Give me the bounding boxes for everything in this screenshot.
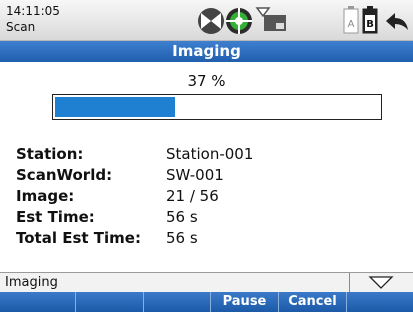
info-row-scanworld: ScanWorld: SW-001 [0, 166, 413, 186]
info-row-est-time: Est Time: 56 s [0, 208, 413, 228]
softkey-6[interactable] [347, 292, 413, 312]
top-status-bar: 14:11:05 Scan A B [0, 0, 413, 41]
back-icon[interactable] [384, 10, 410, 32]
status-line-text: Imaging [5, 275, 58, 290]
battery-b-icon: B [362, 6, 378, 34]
softkey-1[interactable] [0, 292, 76, 312]
wlan-icon [255, 7, 271, 18]
clock: 14:11:05 [6, 4, 60, 18]
info-label: Total Est Time: [16, 229, 141, 247]
progress-bar [52, 94, 382, 120]
softkey-bar: Pause Cancel [0, 292, 413, 312]
status-icons [198, 7, 286, 34]
info-value: 56 s [166, 208, 198, 226]
app-name: Scan [6, 20, 36, 34]
progress-percent: 37 % [187, 72, 226, 90]
status-line: Imaging [0, 272, 413, 293]
info-value: 56 s [166, 229, 198, 247]
page-title: Imaging [0, 41, 413, 62]
progress-fill [55, 97, 175, 117]
dropdown-button[interactable] [350, 273, 413, 293]
info-row-station: Station: Station-001 [0, 145, 413, 165]
triangle-down-icon [368, 276, 394, 289]
softkey-3[interactable] [144, 292, 211, 312]
info-value: Station-001 [166, 145, 254, 163]
info-label: ScanWorld: [16, 166, 113, 184]
info-row-image: Image: 21 / 56 [0, 187, 413, 207]
info-row-total-est-time: Total Est Time: 56 s [0, 229, 413, 249]
softkey-2[interactable] [76, 292, 144, 312]
memory-card-icon [264, 15, 286, 31]
svg-text:A: A [348, 19, 355, 30]
pause-button[interactable]: Pause [211, 292, 279, 312]
cancel-button[interactable]: Cancel [279, 292, 347, 312]
info-label: Station: [16, 145, 84, 163]
laser-on-icon [198, 8, 224, 34]
info-value: SW-001 [166, 166, 224, 184]
info-label: Est Time: [16, 208, 95, 226]
target-icon [226, 8, 252, 34]
battery-a-icon: A [343, 6, 359, 34]
svg-text:B: B [366, 19, 374, 30]
info-label: Image: [16, 187, 75, 205]
info-value: 21 / 56 [166, 187, 219, 205]
